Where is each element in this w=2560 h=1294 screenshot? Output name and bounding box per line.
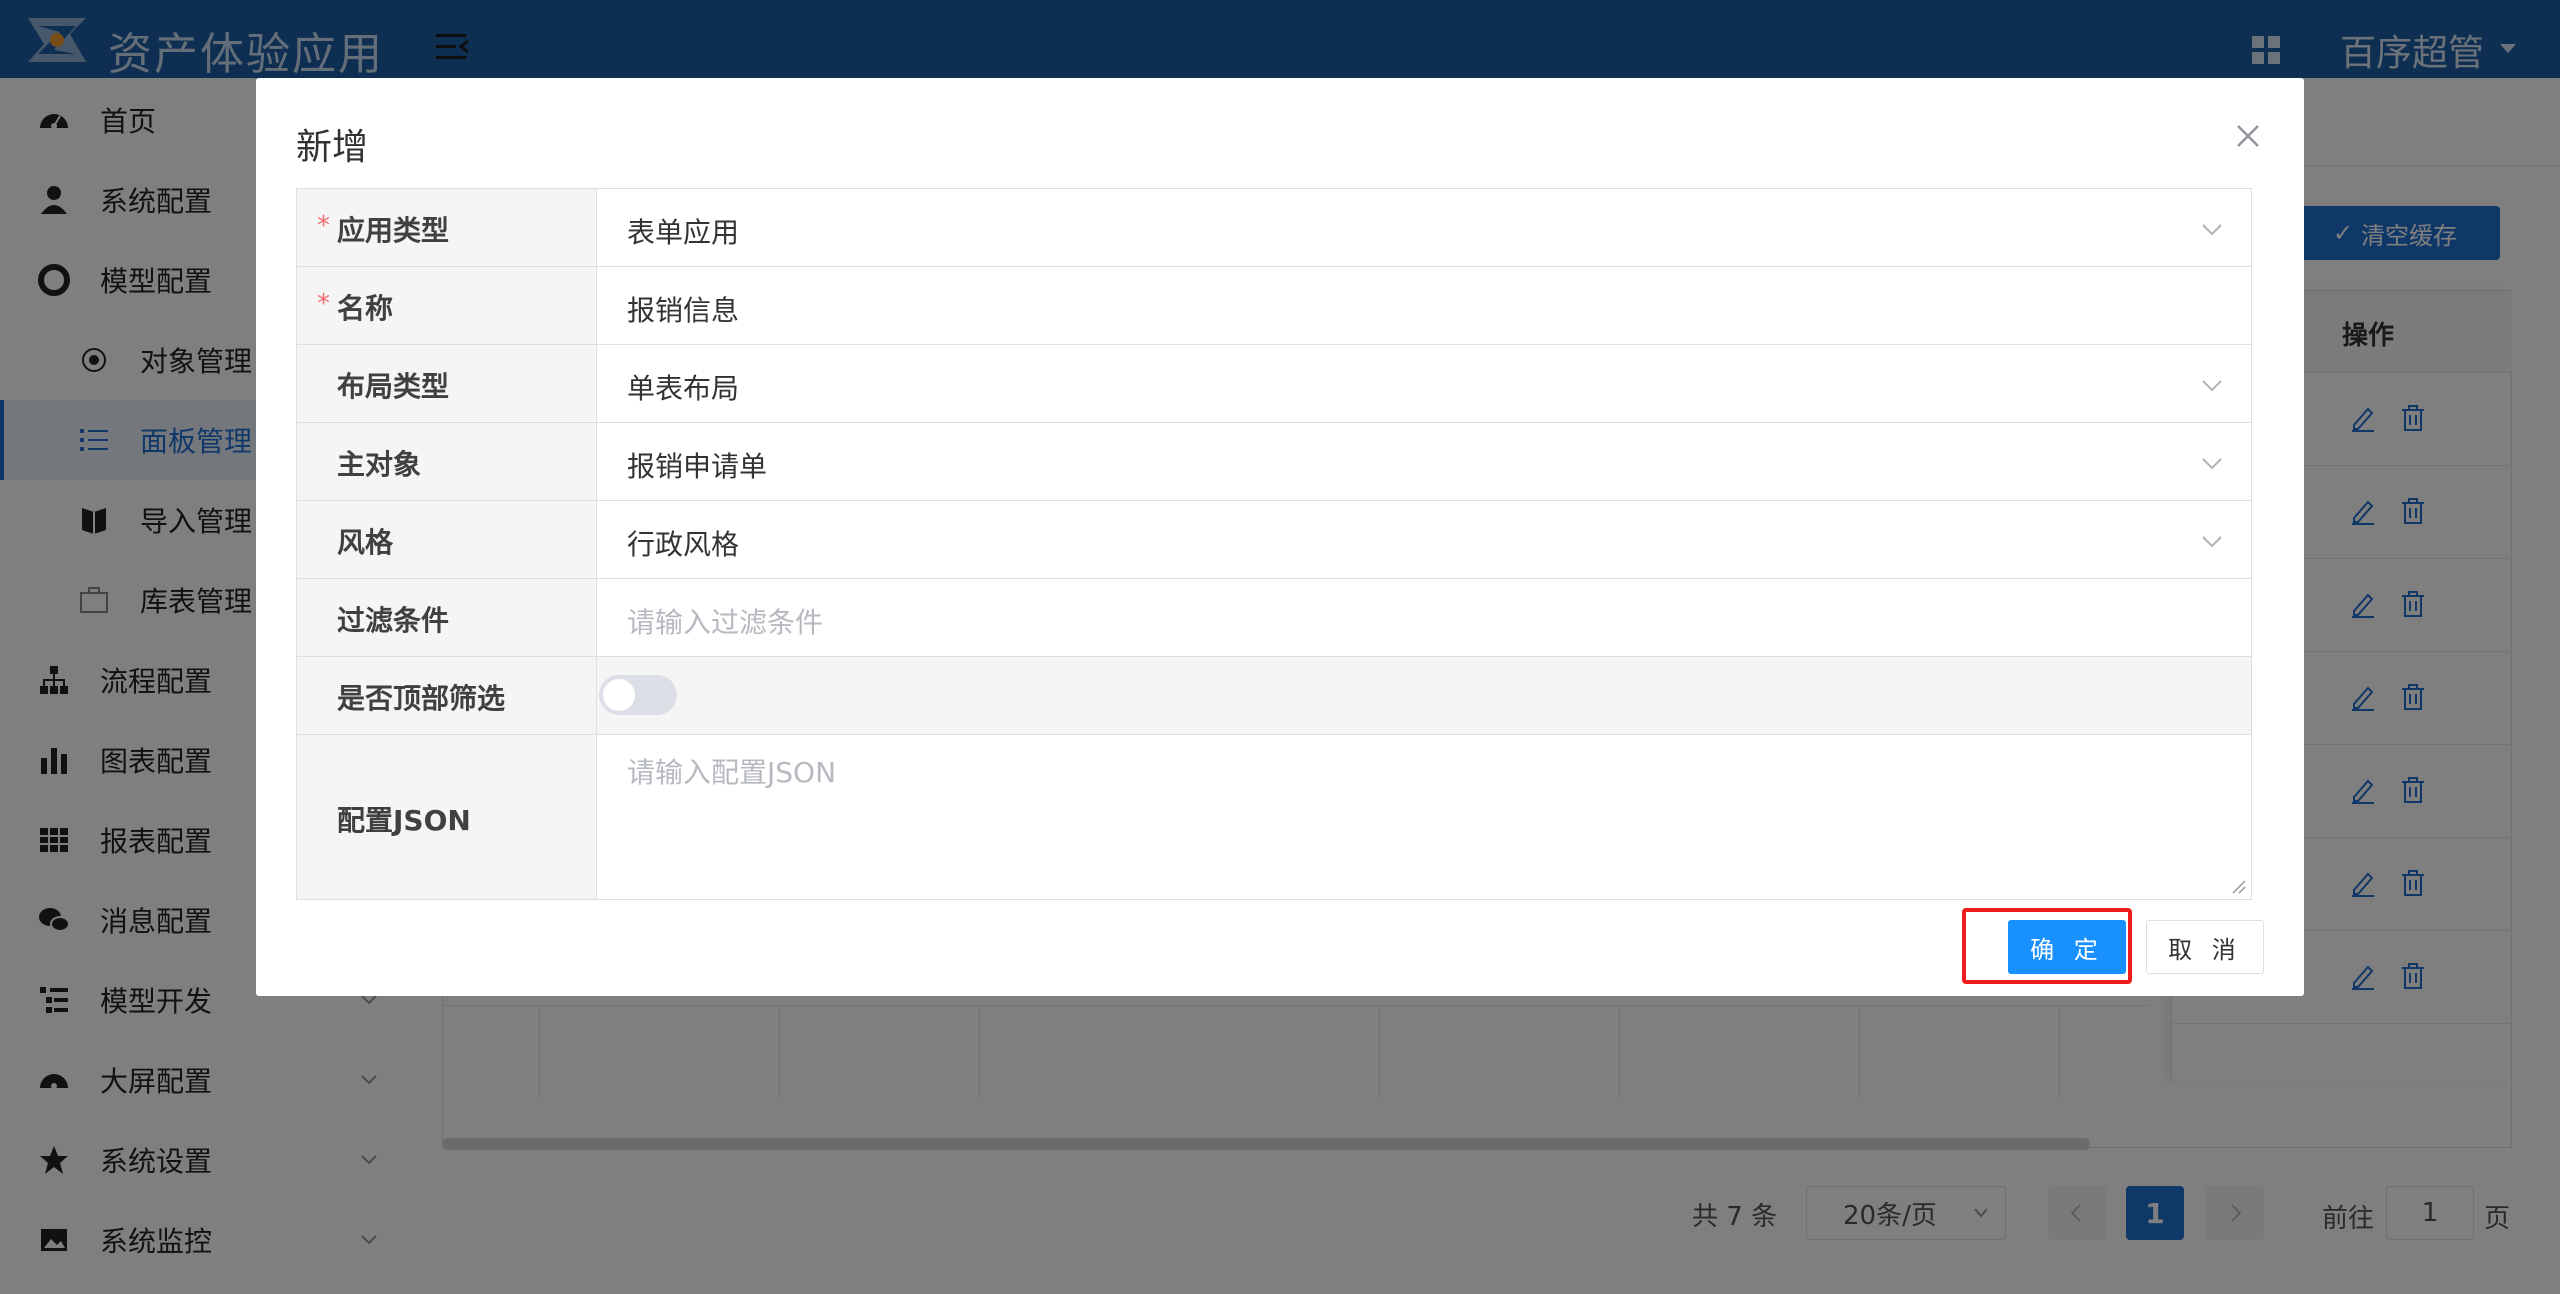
app-type-select[interactable]: 表单应用 <box>627 211 739 251</box>
style-select[interactable]: 行政风格 <box>627 523 739 563</box>
field-label-cell: 布局类型 <box>297 345 597 422</box>
chevron-down-icon <box>2202 536 2222 548</box>
field-top-filter: 是否顶部筛选 <box>297 657 2251 735</box>
field-label-cell: 配置JSON <box>297 735 597 899</box>
field-label: 布局类型 <box>337 370 450 403</box>
field-label-cell: 风格 <box>297 501 597 578</box>
chevron-down-icon <box>2202 380 2222 392</box>
field-label-cell: 是否顶部筛选 <box>297 657 597 734</box>
layout-type-select[interactable]: 单表布局 <box>627 367 739 407</box>
field-main-object[interactable]: 主对象 报销申请单 <box>297 423 2251 501</box>
add-form: * 应用类型 表单应用 * 名称 报销信息 布局类型 单表布局 主对象 报销申请… <box>296 188 2252 900</box>
required-mark: * <box>317 289 330 319</box>
field-app-type[interactable]: * 应用类型 表单应用 <box>297 189 2251 267</box>
main-object-select[interactable]: 报销申请单 <box>627 445 767 485</box>
close-icon[interactable] <box>2234 122 2262 150</box>
cancel-button[interactable]: 取 消 <box>2146 920 2264 974</box>
field-config-json[interactable]: 配置JSON 请输入配置JSON <box>297 735 2251 899</box>
field-label: 风格 <box>337 526 394 559</box>
required-mark: * <box>317 211 330 241</box>
confirm-button[interactable]: 确 定 <box>2008 920 2126 974</box>
field-label: 名称 <box>337 292 394 325</box>
field-style[interactable]: 风格 行政风格 <box>297 501 2251 579</box>
add-dialog: 新增 * 应用类型 表单应用 * 名称 报销信息 布局类型 单表布局 主对象 报… <box>256 78 2304 996</box>
field-name[interactable]: * 名称 报销信息 <box>297 267 2251 345</box>
filter-input[interactable]: 请输入过滤条件 <box>627 601 823 641</box>
field-label-cell: * 名称 <box>297 267 597 344</box>
field-label: 配置JSON <box>337 804 471 837</box>
chevron-down-icon <box>2202 458 2222 470</box>
field-label-cell: * 应用类型 <box>297 189 597 266</box>
name-input[interactable]: 报销信息 <box>627 289 739 329</box>
field-filter[interactable]: 过滤条件 请输入过滤条件 <box>297 579 2251 657</box>
field-label-cell: 主对象 <box>297 423 597 500</box>
chevron-down-icon <box>2202 224 2222 236</box>
field-layout-type[interactable]: 布局类型 单表布局 <box>297 345 2251 423</box>
resize-handle-icon[interactable] <box>2229 877 2247 895</box>
field-label: 主对象 <box>337 448 422 481</box>
dialog-title: 新增 <box>296 127 369 168</box>
switch-knob <box>603 679 635 711</box>
field-label-cell: 过滤条件 <box>297 579 597 656</box>
field-label: 是否顶部筛选 <box>337 682 506 715</box>
field-label: 应用类型 <box>337 214 450 247</box>
config-json-textarea[interactable]: 请输入配置JSON <box>627 751 836 791</box>
field-label: 过滤条件 <box>337 604 450 637</box>
top-filter-switch[interactable] <box>599 675 677 715</box>
